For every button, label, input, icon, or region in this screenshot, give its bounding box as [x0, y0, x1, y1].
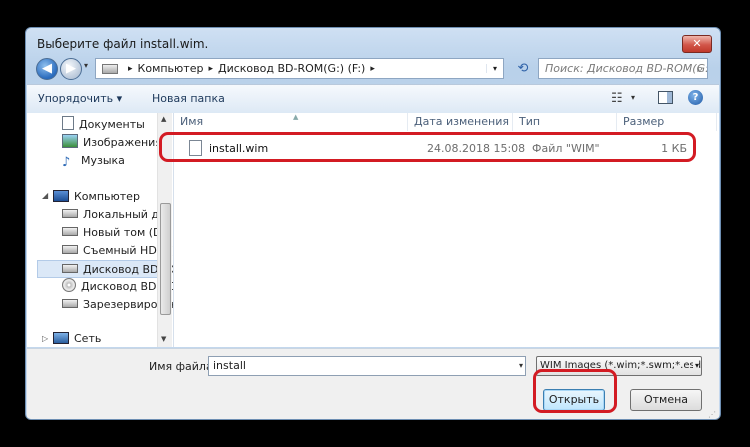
open-button-highlight-annotation [533, 369, 617, 413]
column-header-name[interactable]: Имя ▲ [174, 113, 408, 131]
breadcrumb-separator: ▸ [208, 63, 213, 74]
cd-icon [62, 278, 76, 292]
breadcrumb-computer[interactable]: Компьютер [138, 62, 204, 75]
drive-icon [62, 245, 78, 254]
breadcrumb-separator[interactable]: ▸ [370, 64, 375, 74]
collapse-arrow-icon[interactable]: ◢ [42, 191, 48, 200]
drive-icon [62, 264, 78, 273]
close-button[interactable]: ✕ [682, 35, 712, 53]
organize-button[interactable]: Упорядочить ▾ [38, 92, 122, 105]
sidebar-item-music[interactable]: ♪ Музыка [62, 152, 125, 170]
computer-icon [53, 190, 69, 202]
filename-dropdown-icon[interactable]: ▾ [519, 357, 523, 375]
history-dropdown[interactable]: ▾ [84, 61, 88, 70]
sidebar-item-network[interactable]: Сеть [53, 330, 101, 347]
expand-arrow-icon[interactable]: ▷ [42, 334, 48, 343]
filename-input[interactable]: install ▾ [208, 356, 526, 376]
refresh-icon[interactable]: ⟲ [513, 59, 533, 79]
column-header-size[interactable]: Размер [617, 113, 717, 131]
drive-icon [62, 299, 78, 308]
document-icon [62, 116, 74, 130]
open-file-dialog: Выберите файл install.wim. ✕ ◀ ▶ ▾ ▸ Ком… [25, 27, 721, 420]
resize-grip-icon[interactable]: ⋰ [708, 410, 716, 419]
breadcrumb-separator: ▸ [128, 63, 133, 74]
sidebar-item-computer[interactable]: Компьютер [53, 188, 140, 206]
new-folder-button[interactable]: Новая папка [152, 92, 225, 105]
sidebar-item-bd-rom-selected[interactable]: Дисковод BD-RO [37, 260, 173, 278]
filename-label: Имя файла: [149, 360, 217, 373]
drive-icon [62, 227, 78, 236]
command-bar: Упорядочить ▾ Новая папка ☷ ▾ ? [27, 84, 719, 114]
address-dropdown[interactable]: ▾ [486, 64, 503, 73]
pictures-icon [62, 134, 78, 148]
scroll-down-icon[interactable]: ▼ [161, 335, 166, 343]
search-input[interactable]: Поиск: Дисковод BD-ROM(G:) (F:) ⌕ [538, 58, 708, 79]
search-placeholder: Поиск: Дисковод BD-ROM(G:) (F:) [545, 62, 708, 75]
local-disk-icon [62, 209, 78, 218]
search-icon: ⌕ [696, 62, 703, 75]
navigation-pane: Документы Изображения ♪ Музыка ◢ Компьюте… [27, 113, 174, 347]
forward-button[interactable]: ▶ [60, 58, 82, 80]
file-highlight-annotation [159, 132, 696, 162]
sidebar-item-new-volume[interactable]: Новый том (D:) [62, 224, 170, 242]
breadcrumb-drive[interactable]: Дисковод BD-ROM(G:) (F:) [218, 62, 365, 75]
sort-arrow-icon: ▲ [293, 113, 299, 121]
filter-dropdown-icon[interactable]: ▾ [692, 357, 699, 375]
preview-pane-icon[interactable] [658, 91, 673, 104]
dialog-title: Выберите файл install.wim. [37, 37, 209, 51]
sidebar-item-pictures[interactable]: Изображения [62, 134, 162, 152]
cancel-button[interactable]: Отмена [630, 389, 702, 411]
scrollbar-thumb[interactable] [160, 203, 171, 315]
scroll-up-icon[interactable]: ▲ [161, 115, 166, 123]
column-header-date[interactable]: Дата изменения [408, 113, 513, 131]
music-icon: ♪ [62, 155, 71, 170]
back-button[interactable]: ◀ [36, 58, 58, 80]
drive-icon [102, 63, 118, 74]
sidebar-item-documents[interactable]: Документы [62, 116, 145, 134]
help-icon[interactable]: ? [688, 90, 703, 105]
address-bar[interactable]: ▸ Компьютер ▸ Дисковод BD-ROM(G:) (F:) ▸… [95, 58, 504, 79]
network-icon [53, 332, 69, 344]
column-header-type[interactable]: Тип [513, 113, 617, 131]
view-icon[interactable]: ☷ [611, 91, 623, 106]
view-dropdown[interactable]: ▾ [631, 93, 635, 102]
